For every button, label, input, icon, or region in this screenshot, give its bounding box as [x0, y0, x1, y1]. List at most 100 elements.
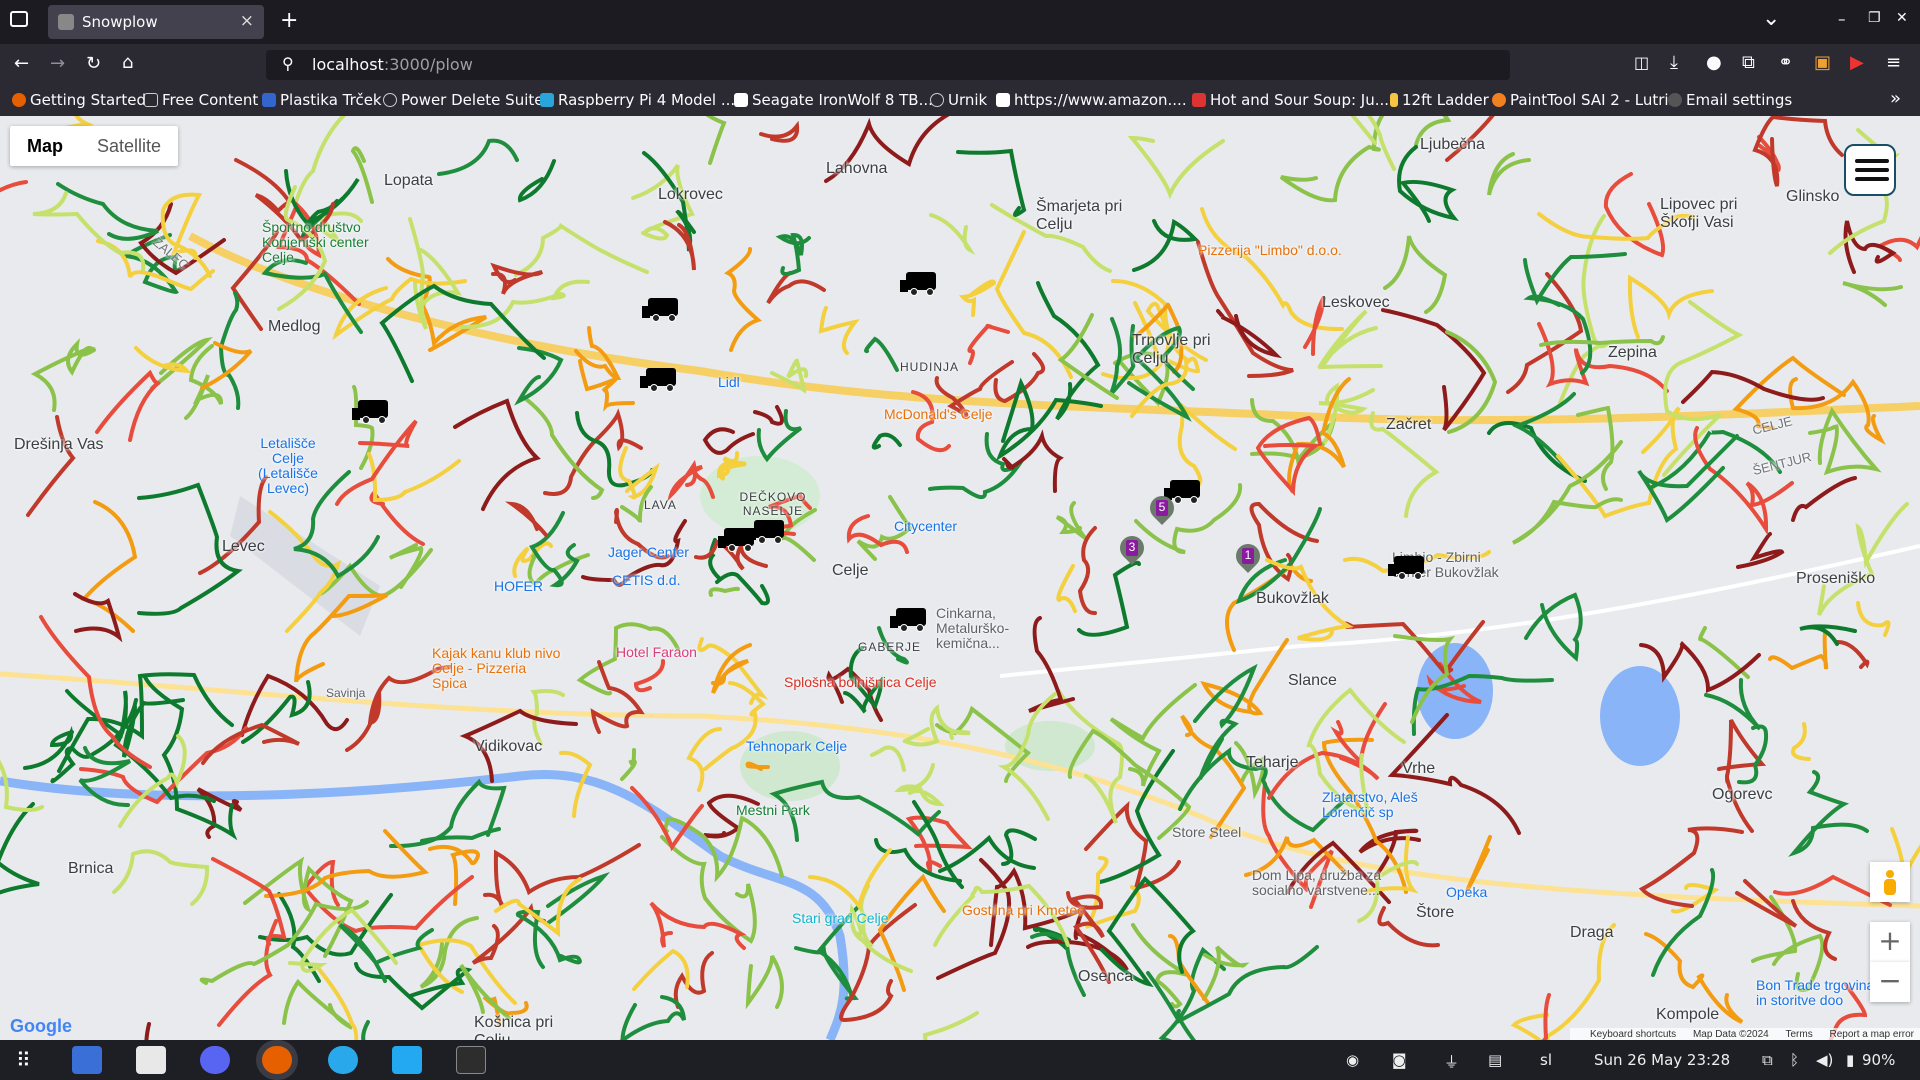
- app-menu-button[interactable]: [1844, 144, 1896, 196]
- zoom-in-button[interactable]: +: [1870, 922, 1910, 962]
- poi-label[interactable]: Bon Trade trgovina in storitve doo: [1756, 978, 1876, 1008]
- bookmark-12ft[interactable]: 12ft Ladder: [1390, 91, 1489, 109]
- plow-count-pin[interactable]: 5: [1145, 491, 1179, 530]
- place-label: Leskovec: [1322, 294, 1390, 311]
- volume-icon[interactable]: ◀): [1816, 1051, 1833, 1069]
- snowplow-truck-icon[interactable]: [890, 604, 932, 634]
- street-view-pegman-icon[interactable]: [1870, 862, 1910, 902]
- reload-icon[interactable]: ↻: [86, 53, 101, 74]
- bookmark-urnik[interactable]: Urnik: [930, 91, 987, 109]
- firefox-icon[interactable]: [262, 1046, 292, 1074]
- vscode-icon[interactable]: [392, 1046, 422, 1074]
- url-bar[interactable]: ⚲ localhost:3000/plow: [266, 50, 1510, 80]
- keyboard-shortcuts-link[interactable]: Keyboard shortcuts: [1590, 1029, 1676, 1040]
- poi-label[interactable]: Pizzerija "Limbo" d.o.o.: [1198, 242, 1342, 258]
- terms-link[interactable]: Terms: [1786, 1029, 1813, 1040]
- bookmark-amazon[interactable]: https://www.amazon....: [996, 91, 1187, 109]
- keyboard-layout[interactable]: sl: [1540, 1051, 1552, 1069]
- tab-snowplow[interactable]: Snowplow ×: [48, 5, 264, 39]
- poi-label[interactable]: Opeka: [1446, 884, 1487, 900]
- terminal-icon[interactable]: [456, 1046, 486, 1074]
- telegram-icon[interactable]: [328, 1046, 358, 1074]
- discord-icon[interactable]: [200, 1046, 230, 1074]
- zoom-out-button[interactable]: −: [1870, 962, 1910, 1002]
- snowplow-truck-icon[interactable]: [748, 516, 790, 546]
- downloads-icon[interactable]: ⤓: [1670, 52, 1678, 73]
- back-arrow-icon[interactable]: ←: [14, 53, 29, 74]
- poi-label[interactable]: McDonald's Celje: [884, 406, 993, 422]
- usb-tray-icon[interactable]: ⏚: [1444, 1051, 1459, 1072]
- youtube-extension-icon[interactable]: ▶: [1850, 52, 1864, 73]
- app-grid-icon[interactable]: ⠿: [16, 1048, 31, 1072]
- poi-label[interactable]: Citycenter: [894, 518, 957, 534]
- snowplow-truck-icon[interactable]: [1388, 552, 1430, 582]
- poi-label[interactable]: Cinkarna, Metalurško-kemična...: [936, 606, 1046, 651]
- discord-tray-icon[interactable]: ◙: [1392, 1051, 1407, 1069]
- window-minimize-button[interactable]: –: [1838, 10, 1846, 28]
- bookmark-painttool[interactable]: PaintTool SAI 2 - Lutris: [1492, 91, 1676, 109]
- app-menu-icon[interactable]: ≡: [1886, 52, 1901, 73]
- network-icon[interactable]: ⧉: [1762, 1051, 1773, 1069]
- poi-label[interactable]: Tehnopark Celje: [746, 738, 847, 754]
- bookmark-seagate[interactable]: Seagate IronWolf 8 TB...: [734, 91, 933, 109]
- map-attribution: Keyboard shortcuts Map Data ©2024 Terms …: [1570, 1028, 1920, 1040]
- poi-label[interactable]: Kajak kanu klub nivo Celje - Pizzeria Sp…: [432, 646, 562, 691]
- poi-label[interactable]: Splošna bolnišnica Celje: [784, 674, 937, 690]
- poi-label[interactable]: Zlatarstvo, Aleš Lorenčič sp: [1322, 790, 1432, 820]
- home-icon[interactable]: ⌂: [122, 52, 133, 73]
- bookmark-raspberry[interactable]: Raspberry Pi 4 Model ...: [540, 91, 735, 109]
- bookmark-free-content[interactable]: Free Content: [144, 91, 258, 109]
- snowplow-truck-icon[interactable]: [640, 364, 682, 394]
- map-view[interactable]: Map Satellite Ljubečna Glinsko Lipovec pr…: [0, 116, 1920, 1040]
- bookmarks-overflow-button[interactable]: »: [1890, 88, 1901, 109]
- clock[interactable]: Sun 26 May 23:28: [1594, 1051, 1730, 1069]
- url-text[interactable]: localhost:3000/plow: [312, 55, 473, 74]
- poi-label[interactable]: Hotel Faraon: [616, 644, 697, 660]
- bookmark-getting-started[interactable]: Getting Started: [12, 91, 146, 109]
- window-close-button[interactable]: ✕: [1896, 10, 1908, 26]
- poi-label[interactable]: Mestni Park: [736, 802, 810, 818]
- plow-count-pin[interactable]: 3: [1115, 531, 1149, 570]
- battery-icon[interactable]: ▮: [1846, 1051, 1854, 1069]
- poi-label[interactable]: Letališče Celje (Letališče Levec): [248, 436, 328, 496]
- poi-label[interactable]: Gostilna pri Kmetec: [962, 902, 1084, 918]
- list-tabs-button[interactable]: ⌄: [1762, 6, 1780, 31]
- poi-label[interactable]: HOFER: [494, 578, 543, 594]
- extension-icon[interactable]: ⚭: [1778, 52, 1793, 73]
- plow-count-pin[interactable]: 1: [1231, 539, 1265, 578]
- poi-label[interactable]: Dom Lipa, družba za socialno varstvene..…: [1252, 868, 1402, 898]
- forward-arrow-icon[interactable]: →: [50, 53, 65, 74]
- extension-badge-icon[interactable]: ▣: [1814, 52, 1831, 73]
- bookmark-soup[interactable]: Hot and Sour Soup: Ju...: [1192, 91, 1389, 109]
- snowplow-truck-icon[interactable]: [900, 268, 942, 298]
- bookmark-plastika[interactable]: Plastika Trček: [262, 91, 382, 109]
- new-tab-button[interactable]: +: [280, 8, 298, 33]
- software-store-icon[interactable]: [136, 1046, 166, 1074]
- report-error-link[interactable]: Report a map error: [1830, 1029, 1914, 1040]
- bookmark-power-delete[interactable]: Power Delete Suite: [383, 91, 543, 109]
- account-icon[interactable]: ●: [1706, 52, 1722, 73]
- map-type-satellite-button[interactable]: Satellite: [80, 126, 178, 167]
- poi-label[interactable]: Lidl: [718, 374, 740, 390]
- clipboard-tray-icon[interactable]: ▤: [1488, 1051, 1502, 1069]
- truck-wheel: [362, 416, 370, 424]
- bluetooth-icon[interactable]: ᛒ: [1790, 1051, 1799, 1069]
- map-type-map-button[interactable]: Map: [10, 126, 80, 167]
- extensions-icon[interactable]: ⧉: [1742, 52, 1755, 73]
- pocket-icon[interactable]: ◫: [1634, 53, 1649, 72]
- telegram-tray-icon[interactable]: ◉: [1346, 1051, 1359, 1069]
- poi-label[interactable]: Stari grad Celje: [792, 910, 889, 926]
- poi-label[interactable]: CETIS d.d.: [612, 572, 680, 588]
- google-logo[interactable]: Google: [10, 1016, 72, 1037]
- poi-label[interactable]: Jager Center: [608, 544, 689, 560]
- poi-label[interactable]: Športno društvo Konjeniški center Celje: [262, 220, 402, 265]
- text-editor-icon[interactable]: [72, 1046, 102, 1074]
- window-maximize-button[interactable]: ❐: [1868, 10, 1881, 26]
- truck-wheel: [652, 314, 660, 322]
- snowplow-truck-icon[interactable]: [352, 396, 394, 426]
- tab-close-icon[interactable]: ×: [240, 11, 254, 31]
- poi-label[interactable]: Store Steel: [1172, 824, 1241, 840]
- bookmark-email[interactable]: Email settings: [1668, 91, 1792, 109]
- firefox-view-icon[interactable]: [10, 11, 28, 27]
- snowplow-truck-icon[interactable]: [642, 294, 684, 324]
